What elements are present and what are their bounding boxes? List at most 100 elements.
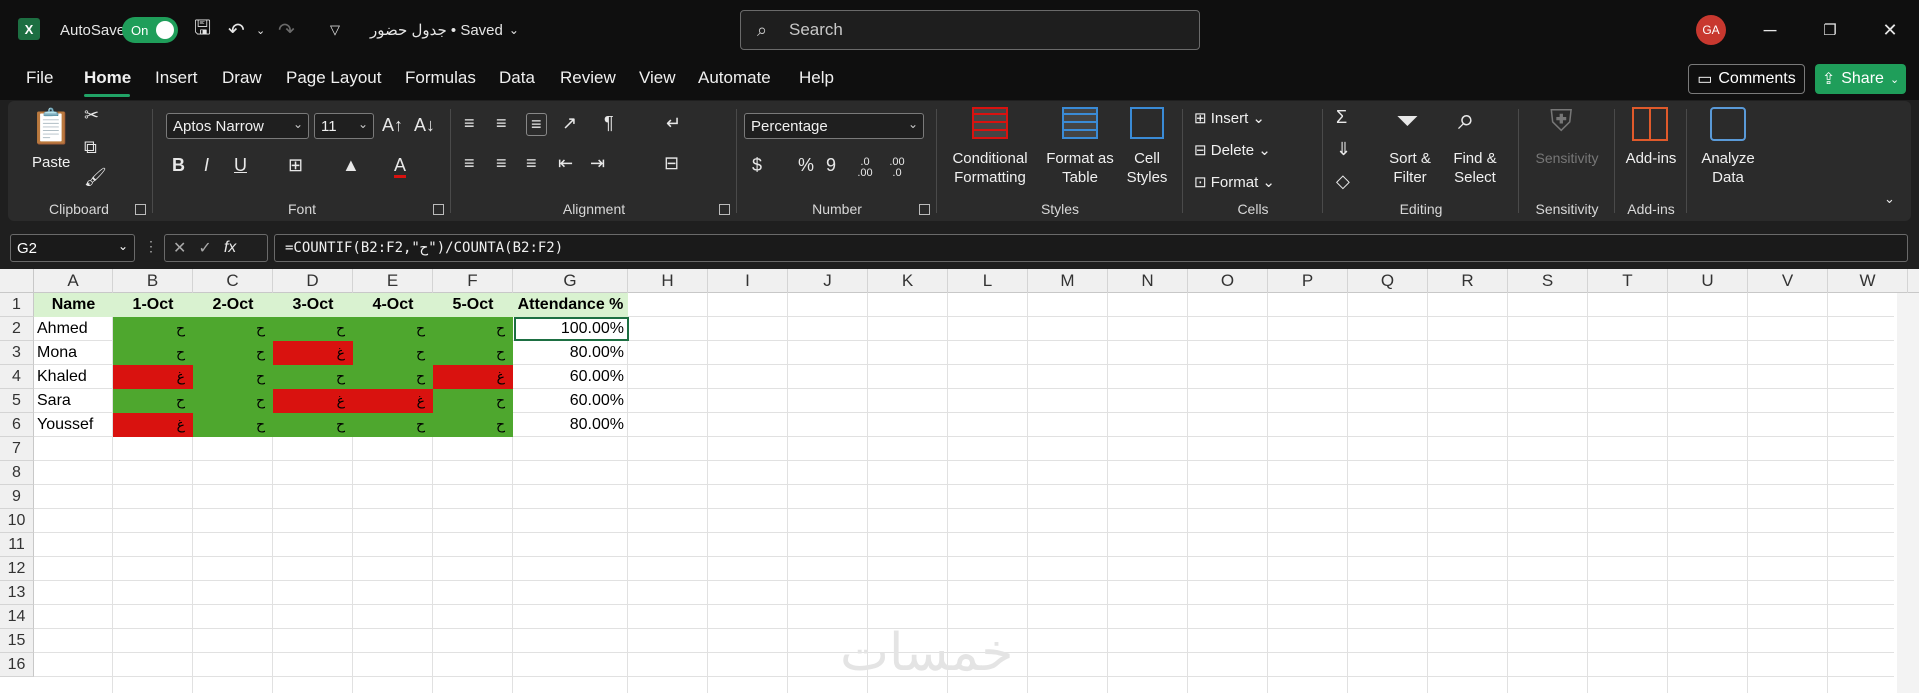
find-select-icon[interactable]: ⌕ xyxy=(1458,103,1475,137)
orientation-icon[interactable]: ↗ xyxy=(562,113,577,134)
redo-icon[interactable]: ↷ xyxy=(278,0,295,60)
header-cell[interactable]: 3-Oct xyxy=(273,293,353,317)
delete-cells-button[interactable]: ⊟ Delete ⌄ xyxy=(1194,141,1271,160)
attendance-cell[interactable]: ح xyxy=(353,413,433,437)
column-header-h[interactable]: H xyxy=(628,269,708,293)
wrap-text-icon[interactable]: ↵ xyxy=(666,113,681,134)
header-cell[interactable]: 1-Oct xyxy=(113,293,193,317)
align-bottom-icon[interactable]: ≡ xyxy=(526,113,547,136)
clipboard-launcher-icon[interactable] xyxy=(135,204,146,215)
find-select-button[interactable]: Find & Select xyxy=(1442,149,1508,187)
sensitivity-button[interactable]: Sensitivity xyxy=(1522,149,1612,168)
clear-icon[interactable]: ◇ xyxy=(1336,171,1350,192)
align-center-icon[interactable]: ≡ xyxy=(496,153,507,174)
row-header-9[interactable]: 9 xyxy=(0,485,34,509)
paste-button[interactable]: Paste xyxy=(32,153,70,172)
attendance-cell[interactable]: غ xyxy=(273,389,353,413)
customize-qat-icon[interactable]: ▽ xyxy=(330,0,340,60)
attendance-cell[interactable]: ح xyxy=(353,317,433,341)
attendance-percent-cell[interactable]: 80.00% xyxy=(513,341,628,365)
attendance-cell[interactable]: ح xyxy=(113,389,193,413)
tab-review[interactable]: Review xyxy=(560,68,616,88)
borders-icon[interactable]: ⊞ xyxy=(288,155,303,176)
undo-dropdown-icon[interactable]: ⌄ xyxy=(256,0,265,60)
tab-draw[interactable]: Draw xyxy=(222,68,262,88)
restore-icon[interactable]: ❐ xyxy=(1815,15,1845,45)
tab-data[interactable]: Data xyxy=(499,68,535,88)
column-header-d[interactable]: D xyxy=(273,269,353,293)
attendance-cell[interactable]: غ xyxy=(113,413,193,437)
column-header-s[interactable]: S xyxy=(1508,269,1588,293)
name-cell[interactable]: Youssef xyxy=(34,413,113,437)
comments-button[interactable]: ▭ Comments xyxy=(1688,64,1805,94)
attendance-cell[interactable]: ح xyxy=(353,365,433,389)
increase-font-icon[interactable]: A↑ xyxy=(382,115,403,136)
column-header-i[interactable]: I xyxy=(708,269,788,293)
column-header-c[interactable]: C xyxy=(193,269,273,293)
header-cell[interactable]: Name xyxy=(34,293,113,317)
document-title[interactable]: جدول حضور • Saved ⌄ xyxy=(370,0,519,60)
collapse-ribbon-icon[interactable]: ⌄ xyxy=(1884,191,1895,207)
row-header-10[interactable]: 10 xyxy=(0,509,34,533)
header-cell[interactable]: 4-Oct xyxy=(353,293,433,317)
column-header-v[interactable]: V xyxy=(1748,269,1828,293)
attendance-cell[interactable]: ح xyxy=(193,413,273,437)
column-header-m[interactable]: M xyxy=(1028,269,1108,293)
header-cell[interactable]: 5-Oct xyxy=(433,293,513,317)
row-header-12[interactable]: 12 xyxy=(0,557,34,581)
column-header-p[interactable]: P xyxy=(1268,269,1348,293)
align-right-icon[interactable]: ≡ xyxy=(526,153,537,174)
fill-icon[interactable]: ⇓ xyxy=(1336,139,1351,160)
font-family-select[interactable]: Aptos Narrow ⌄ xyxy=(166,113,309,139)
font-launcher-icon[interactable] xyxy=(433,204,444,215)
formula-input[interactable]: =COUNTIF(B2:F2,"ح")/COUNTA(B2:F2) xyxy=(274,234,1908,262)
attendance-cell[interactable]: ح xyxy=(273,317,353,341)
copy-icon[interactable]: ⧉ xyxy=(84,137,97,158)
name-cell[interactable]: Ahmed xyxy=(34,317,113,341)
column-header-q[interactable]: Q xyxy=(1348,269,1428,293)
share-button[interactable]: ⇪ Share ⌄ xyxy=(1815,64,1906,94)
paste-icon[interactable]: 📋 xyxy=(30,107,72,147)
search-box[interactable]: ⌕ Search xyxy=(740,10,1200,50)
tab-page-layout[interactable]: Page Layout xyxy=(286,68,381,88)
column-header-a[interactable]: A xyxy=(34,269,113,293)
row-header-2[interactable]: 2 xyxy=(0,317,34,341)
autosum-icon[interactable]: Σ xyxy=(1336,107,1347,128)
attendance-cell[interactable]: ح xyxy=(193,341,273,365)
tab-formulas[interactable]: Formulas xyxy=(405,68,476,88)
vertical-scrollbar[interactable] xyxy=(1897,293,1919,693)
attendance-cell[interactable]: ح xyxy=(433,341,513,365)
attendance-percent-cell[interactable]: 60.00% xyxy=(513,365,628,389)
attendance-cell[interactable]: غ xyxy=(433,365,513,389)
format-as-table-icon[interactable] xyxy=(1062,107,1098,139)
italic-button[interactable]: I xyxy=(204,155,209,176)
sort-filter-icon[interactable]: ⏷ xyxy=(1396,105,1418,138)
column-header-l[interactable]: L xyxy=(948,269,1028,293)
tab-automate[interactable]: Automate xyxy=(698,68,771,88)
tab-help[interactable]: Help xyxy=(799,68,834,88)
row-header-1[interactable]: 1 xyxy=(0,293,34,317)
attendance-cell[interactable]: ح xyxy=(193,389,273,413)
attendance-cell[interactable]: غ xyxy=(113,365,193,389)
fill-color-icon[interactable]: ▲ xyxy=(342,155,360,176)
header-cell[interactable]: Attendance % xyxy=(513,293,628,317)
attendance-cell[interactable]: ح xyxy=(113,341,193,365)
column-header-t[interactable]: T xyxy=(1588,269,1668,293)
row-header-5[interactable]: 5 xyxy=(0,389,34,413)
cell-styles-button[interactable]: Cell Styles xyxy=(1120,149,1174,187)
decrease-font-icon[interactable]: A↓ xyxy=(414,115,435,136)
name-cell[interactable]: Sara xyxy=(34,389,113,413)
cut-icon[interactable]: ✂ xyxy=(84,105,99,126)
attendance-cell[interactable]: ح xyxy=(193,317,273,341)
text-direction-icon[interactable]: ¶ xyxy=(604,113,614,134)
format-cells-button[interactable]: ⊡ Format ⌄ xyxy=(1194,173,1275,192)
attendance-cell[interactable]: ح xyxy=(273,365,353,389)
avatar[interactable]: GA xyxy=(1696,15,1726,45)
row-header-16[interactable]: 16 xyxy=(0,653,34,677)
column-header-f[interactable]: F xyxy=(433,269,513,293)
save-icon[interactable]: 🖫 xyxy=(194,0,211,60)
column-header-e[interactable]: E xyxy=(353,269,433,293)
attendance-cell[interactable]: غ xyxy=(353,389,433,413)
bold-button[interactable]: B xyxy=(172,155,185,176)
undo-icon[interactable]: ↶ xyxy=(228,0,245,60)
